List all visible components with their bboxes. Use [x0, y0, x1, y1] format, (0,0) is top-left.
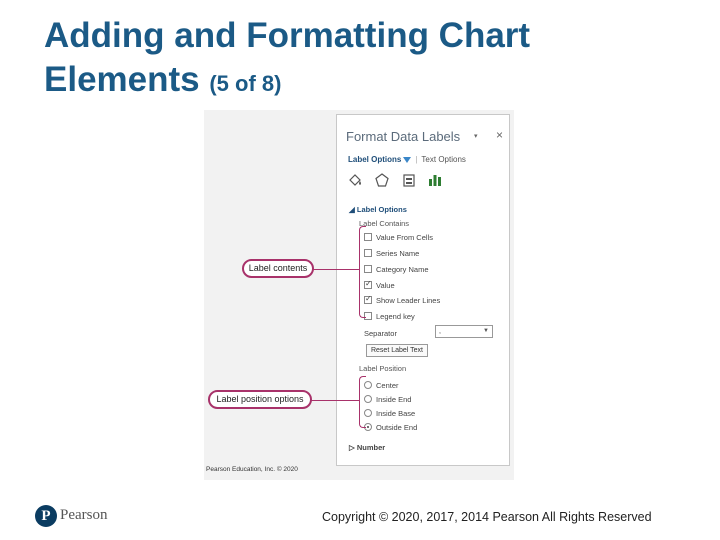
radio-outside-end[interactable]: Outside End	[364, 423, 417, 433]
label-position-heading: Label Position	[359, 364, 407, 373]
pane-title: Format Data Labels	[346, 129, 461, 144]
separator-value: ,	[439, 328, 441, 335]
section-collapsed-icon[interactable]: ▷	[349, 443, 357, 452]
size-properties-icon[interactable]	[401, 172, 417, 188]
fill-line-icon[interactable]	[347, 172, 363, 188]
label-position-bracket	[359, 376, 366, 428]
label-contains-heading: Label Contains	[359, 219, 410, 228]
radio-inside-base[interactable]: Inside Base	[364, 409, 415, 419]
section-number[interactable]: ▷ Number	[349, 443, 385, 452]
section-expand-icon[interactable]: ◢	[349, 205, 357, 214]
separator-select[interactable]: , ▼	[435, 325, 493, 338]
chevron-down-icon[interactable]: ▼	[483, 326, 489, 337]
checkbox-value-from-cells[interactable]: Value From Cells	[364, 233, 433, 243]
checkbox-show-leader-lines[interactable]: Show Leader Lines	[364, 294, 440, 306]
slide-title-main: Adding and Formatting Chart Elements	[44, 16, 531, 99]
tab-label-options[interactable]: Label Options	[348, 155, 401, 164]
radio-center[interactable]: Center	[364, 381, 399, 391]
copyright-notice: Copyright © 2020, 2017, 2014 Pearson All…	[322, 510, 652, 524]
slide-title: Adding and Formatting Chart Elements (5 …	[44, 14, 684, 106]
checkbox-series-name[interactable]: Series Name	[364, 249, 419, 259]
tab-text-options[interactable]: Text Options	[421, 155, 465, 164]
label-options-icon[interactable]	[427, 172, 443, 188]
slide-title-sub: (5 of 8)	[209, 71, 282, 96]
image-credit: Pearson Education, Inc. © 2020	[206, 466, 298, 473]
label-contents-bracket	[359, 226, 366, 318]
effects-icon[interactable]	[374, 172, 390, 188]
radio-inside-end[interactable]: Inside End	[364, 395, 411, 405]
pane-close-icon[interactable]: ×	[496, 128, 503, 142]
section-label-options[interactable]: ◢ Label Options	[349, 205, 407, 214]
label-position-options-callout: Label position options	[208, 390, 312, 409]
label-contents-leader-line	[312, 269, 359, 270]
pane-options-dropdown-icon[interactable]: ▾	[474, 132, 478, 140]
checkbox-category-name[interactable]: Category Name	[364, 265, 429, 275]
pane-tabs: Label Options | Text Options	[348, 155, 466, 164]
reset-label-text-button[interactable]: Reset Label Text	[366, 344, 428, 357]
tab-separator: |	[415, 155, 418, 164]
checkbox-legend-key[interactable]: Legend key	[364, 312, 415, 322]
tab-caret-icon[interactable]	[403, 156, 412, 163]
pearson-logo-word: Pearson	[60, 507, 108, 523]
pearson-logo-icon: P	[35, 505, 57, 527]
label-position-leader-line	[310, 400, 359, 401]
label-contents-callout: Label contents	[242, 259, 314, 278]
separator-label: Separator	[364, 329, 397, 338]
format-data-labels-screenshot: Format Data Labels ▾ × Label Options | Tex…	[204, 110, 514, 480]
checkbox-value[interactable]: Value	[364, 279, 395, 291]
